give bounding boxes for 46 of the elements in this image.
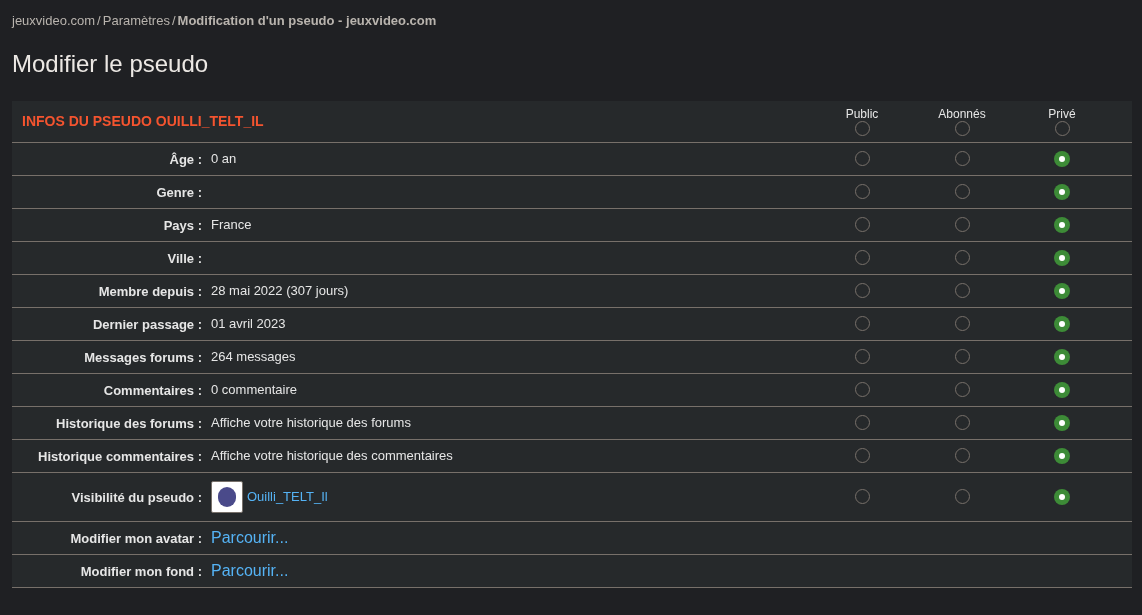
radio-button[interactable] [1054, 447, 1070, 464]
table-heading: INFOS DU PSEUDO OUILLI_TELT_IL [21, 111, 265, 131]
breadcrumb-link[interactable]: jeuxvideo.com [12, 11, 96, 31]
radio-button[interactable] [1054, 150, 1070, 167]
field-label: Modifier mon fond : [80, 563, 202, 579]
field-label: Modifier mon avatar : [70, 530, 202, 546]
column-header: Abonnés [938, 106, 986, 121]
avatar-image [211, 480, 243, 513]
field-label: Messages forums : [84, 349, 202, 365]
page-title: Modifier le pseudo [12, 48, 210, 79]
field-label: Visibilité du pseudo : [71, 489, 202, 505]
breadcrumb-link[interactable]: Paramètres [102, 11, 170, 31]
field-value: 0 commentaire [211, 380, 297, 399]
field-value: Affiche votre historique des forums [211, 413, 411, 432]
field-label: Genre : [156, 184, 202, 200]
breadcrumb-separator: / [97, 12, 101, 30]
field-label: Membre depuis : [98, 283, 202, 299]
field-value: 264 messages [211, 347, 296, 366]
field-label: Pays : [163, 217, 202, 233]
field-label: Ville : [167, 250, 202, 266]
radio-button[interactable] [1054, 249, 1070, 266]
radio-button[interactable] [1054, 183, 1070, 200]
radio-button[interactable] [1054, 348, 1070, 365]
field-label: Commentaires : [103, 382, 202, 398]
column-header: Privé [1048, 106, 1076, 121]
breadcrumb-separator: / [171, 12, 176, 30]
field-value: 28 mai 2022 (307 jours) [211, 281, 349, 300]
browse-link[interactable]: Parcourir... [211, 558, 289, 583]
radio-button[interactable] [1054, 488, 1070, 505]
field-value: 0 an [211, 149, 237, 168]
pseudo-link[interactable]: Ouilli_TELT_Il [247, 486, 328, 507]
field-value: 01 avril 2023 [211, 314, 286, 333]
radio-button[interactable] [1054, 414, 1070, 431]
field-label: Dernier passage : [92, 316, 202, 332]
field-label: Historique des forums : [56, 415, 202, 431]
radio-button[interactable] [1054, 282, 1070, 299]
radio-button[interactable] [1054, 216, 1070, 233]
radio-button[interactable] [1054, 381, 1070, 398]
field-value: France [211, 215, 252, 234]
field-label: Historique commentaires : [38, 448, 202, 464]
browse-link[interactable]: Parcourir... [211, 525, 289, 550]
field-label: Âge : [169, 151, 202, 167]
breadcrumb-link[interactable]: Modification d'un pseudo - jeuxvideo.com [177, 11, 437, 31]
field-value: Affiche votre historique des commentaires [211, 446, 453, 465]
column-header: Public [845, 106, 879, 121]
radio-button[interactable] [1054, 315, 1070, 332]
